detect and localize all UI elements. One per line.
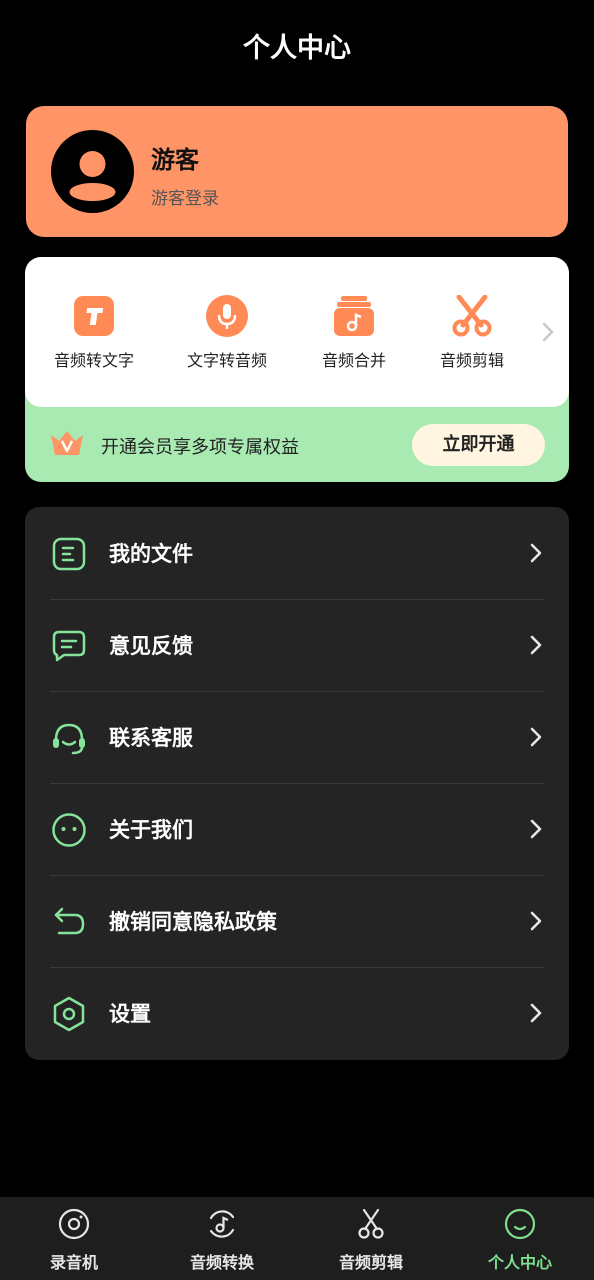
nav-label: 个人中心: [487, 1253, 552, 1272]
scissors-icon: [452, 295, 492, 337]
smiley-icon: [52, 813, 86, 847]
chevron-right-icon: [530, 911, 542, 931]
menu-item-label: 关于我们: [109, 818, 193, 842]
music-convert-icon: [209, 1210, 235, 1238]
chevron-right-icon: [530, 1003, 542, 1023]
chevron-right-icon[interactable]: [541, 321, 555, 343]
menu-item-label: 意见反馈: [109, 634, 193, 658]
tools-card: 音频转文字 文字转音频 音频合并 音频剪辑 开通会员享多项专属权益 立即开通: [25, 257, 569, 482]
music-merge-icon: [334, 296, 374, 336]
menu-item-feedback[interactable]: 意见反馈: [25, 599, 569, 691]
menu-card: 我的文件 意见反馈 联系客服 关于我们 撤销同意隐私政策 设置: [25, 507, 569, 1060]
nav-tab-recorder[interactable]: 录音机: [0, 1207, 148, 1273]
nav-label: 音频剪辑: [338, 1253, 403, 1272]
menu-item-settings[interactable]: 设置: [25, 967, 569, 1059]
menu-item-label: 设置: [109, 1002, 151, 1026]
tool-label: 音频剪辑: [439, 351, 504, 370]
menu-item-revoke-privacy[interactable]: 撤销同意隐私政策: [25, 875, 569, 967]
menu-item-label: 撤销同意隐私政策: [109, 910, 277, 934]
avatar[interactable]: [51, 130, 134, 213]
settings-hexagon-icon: [53, 996, 85, 1032]
nav-tab-audio-convert[interactable]: 音频转换: [148, 1207, 296, 1273]
guest-login-link[interactable]: 游客登录: [151, 184, 219, 209]
chevron-right-icon: [530, 819, 542, 839]
record-disc-icon: [58, 1208, 90, 1240]
menu-item-contact-support[interactable]: 联系客服: [25, 691, 569, 783]
bottom-nav: 录音机 音频转换 音频剪辑 个人中心: [0, 1197, 594, 1280]
tool-audio-to-text[interactable]: 音频转文字: [29, 295, 159, 371]
tool-label: 文字转音频: [186, 351, 267, 370]
page-title: 个人中心: [243, 33, 351, 64]
chevron-right-icon: [530, 727, 542, 747]
user-avatar-icon: [69, 151, 116, 201]
tool-text-to-audio[interactable]: 文字转音频: [162, 295, 292, 371]
nav-label: 音频转换: [189, 1253, 254, 1272]
tools-grid: 音频转文字 文字转音频 音频合并 音频剪辑: [25, 257, 569, 407]
nav-tab-profile[interactable]: 个人中心: [446, 1207, 594, 1273]
menu-item-label: 我的文件: [109, 542, 193, 566]
vip-promo-text: 开通会员享多项专属权益: [101, 437, 299, 458]
tool-label: 音频合并: [321, 351, 386, 370]
file-icon: [52, 537, 86, 571]
tool-label: 音频转文字: [53, 351, 134, 370]
tool-audio-merge[interactable]: 音频合并: [289, 295, 419, 371]
user-name: 游客: [151, 146, 199, 174]
chevron-right-icon: [530, 543, 542, 563]
menu-item-my-files[interactable]: 我的文件: [25, 507, 569, 599]
nav-tab-audio-edit[interactable]: 音频剪辑: [297, 1207, 445, 1273]
user-card[interactable]: 游客 游客登录: [26, 106, 568, 237]
headset-icon: [53, 723, 85, 755]
feedback-icon: [52, 630, 86, 662]
vip-crown-icon: [51, 431, 83, 455]
scissors-icon: [358, 1208, 384, 1239]
microphone-icon: [206, 295, 248, 337]
menu-item-about-us[interactable]: 关于我们: [25, 783, 569, 875]
chevron-right-icon: [530, 635, 542, 655]
tool-audio-edit[interactable]: 音频剪辑: [407, 295, 537, 371]
undo-icon: [54, 907, 85, 935]
profile-smile-icon: [504, 1208, 536, 1240]
vip-open-button[interactable]: 立即开通: [412, 424, 545, 466]
nav-label: 录音机: [49, 1253, 98, 1272]
menu-item-label: 联系客服: [109, 726, 193, 750]
text-t-icon: [74, 296, 114, 336]
